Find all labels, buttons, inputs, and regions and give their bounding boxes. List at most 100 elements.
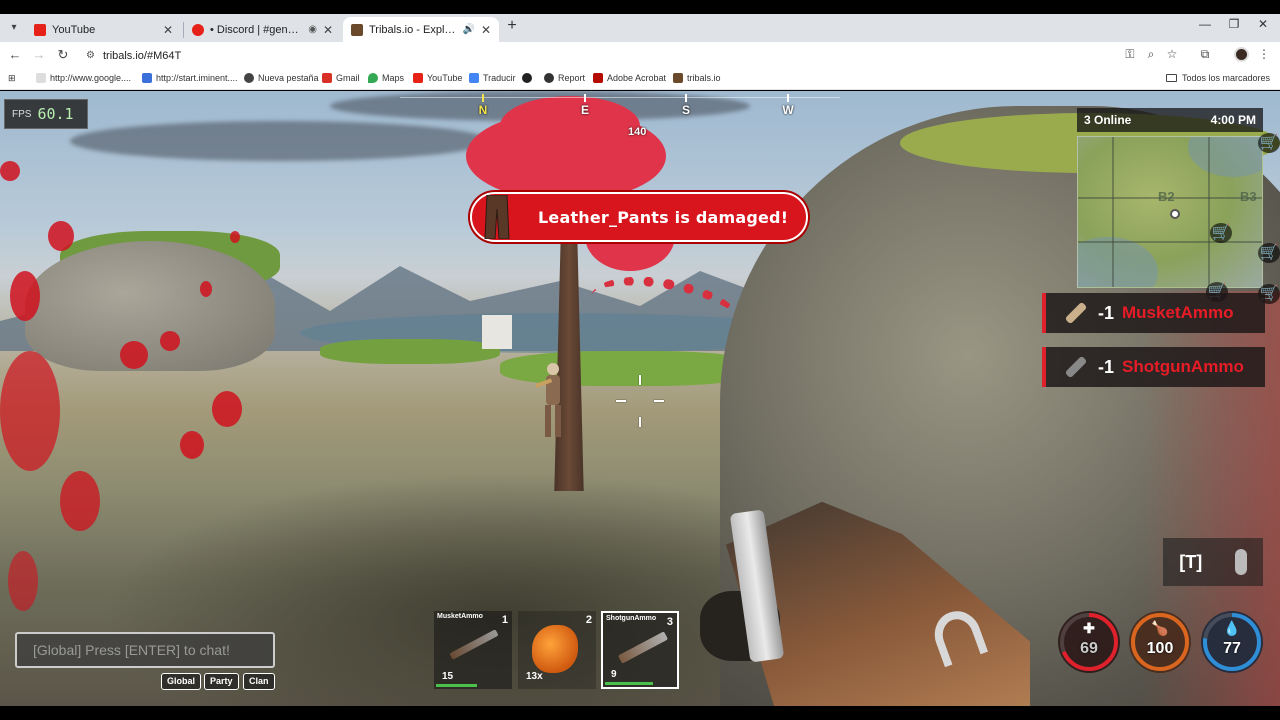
grid-label: B3	[1240, 189, 1257, 204]
fps-counter: FPS 60.1	[4, 99, 88, 129]
loot-name: ShotgunAmmo	[1122, 357, 1244, 376]
audio-playing-icon[interactable]: 🔊	[462, 24, 474, 35]
close-tab-icon[interactable]: ✕	[163, 23, 173, 37]
chat-placeholder: [Global] Press [ENTER] to chat!	[33, 642, 230, 658]
grid-label: B2	[1158, 189, 1175, 204]
compass-east: E	[580, 103, 589, 117]
reload-icon[interactable]: ↻	[54, 47, 72, 63]
loot-qty: -1	[1098, 356, 1115, 377]
online-count: 3 Online	[1084, 113, 1132, 127]
hotbar-slot-1[interactable]: MusketAmmo 1 15	[434, 611, 512, 689]
bookmark-icon-only[interactable]	[522, 73, 536, 83]
storage-box	[482, 315, 512, 349]
shop-cart-icon[interactable]: 🛒	[1258, 243, 1280, 263]
slot-number: 3	[666, 616, 673, 628]
bookmark-iminent[interactable]: http://start.iminent....	[142, 73, 238, 83]
durability-bar	[605, 682, 653, 685]
extensions-icon[interactable]: ⧉	[1197, 47, 1213, 62]
discord-favicon-icon	[192, 23, 204, 36]
microphone-icon	[1234, 549, 1247, 575]
all-bookmarks-button[interactable]: Todos los marcadores	[1165, 73, 1270, 83]
url-text: tribals.io/#M64T	[102, 49, 182, 62]
rock	[25, 241, 275, 371]
bookmark-adobe-acrobat[interactable]: Adobe Acrobat	[593, 73, 666, 83]
player-marker	[1170, 209, 1180, 219]
hotbar-slot-2[interactable]: 2 13x	[518, 611, 596, 689]
slot-number: 1	[501, 614, 508, 626]
shotgun-icon	[617, 631, 669, 664]
compass-north: N	[478, 103, 488, 117]
apps-grid-icon[interactable]: ⊞	[8, 73, 16, 84]
crosshair	[600, 371, 680, 431]
hotbar-slot-3[interactable]: ShotgunAmmo 3 9	[601, 611, 679, 689]
game-time: 4:00 PM	[1210, 113, 1256, 127]
tab-search-chevron-icon[interactable]: ▾	[6, 20, 22, 36]
grass-patch	[320, 339, 500, 364]
durability-bar	[436, 684, 477, 687]
shop-cart-icon[interactable]: 🛒	[1258, 133, 1280, 153]
leather-pants-icon	[472, 192, 522, 242]
youtube-favicon-icon	[34, 23, 46, 36]
tab-strip: ▾ YouTube ✕ • Discord | #general | • • ◉…	[0, 14, 1280, 42]
tab-title: • Discord | #general | • •	[210, 23, 305, 36]
game-viewport[interactable]: FPS 60.1 N E S W 140 Leather_Pants is da…	[0, 91, 1280, 706]
site-info-icon[interactable]: ⚙	[86, 50, 95, 61]
chat-input[interactable]: [Global] Press [ENTER] to chat!	[15, 632, 275, 668]
tab-discord[interactable]: • Discord | #general | • • ◉ ✕	[184, 17, 341, 42]
tribals-favicon-icon	[351, 23, 363, 36]
close-tab-icon[interactable]: ✕	[323, 23, 333, 37]
chat-tab-party[interactable]: Party	[204, 673, 239, 690]
fps-value: 60.1	[37, 105, 74, 123]
restore-button[interactable]: ❐	[1224, 17, 1244, 31]
minimize-button[interactable]: —	[1195, 17, 1215, 31]
enemy-player	[536, 363, 561, 437]
water-drop-icon: 💧	[1223, 620, 1241, 636]
damage-message: Leather_Pants is damaged!	[538, 207, 789, 227]
minimap[interactable]: B2 B3	[1077, 136, 1263, 288]
slot-count: 9	[611, 669, 617, 680]
profile-avatar[interactable]	[1234, 47, 1249, 62]
compass-south: S	[681, 103, 690, 117]
musket-ammo-icon	[1064, 301, 1088, 325]
zoom-icon[interactable]: ⌕	[1143, 47, 1159, 62]
menu-kebab-icon[interactable]: ⋮	[1256, 47, 1272, 61]
bookmark-tribals[interactable]: tribals.io	[673, 73, 721, 83]
bookmark-google[interactable]: http://www.google....	[36, 73, 131, 83]
close-tab-icon[interactable]: ✕	[481, 23, 491, 37]
bookmark-nueva-pestana[interactable]: Nueva pestaña	[244, 73, 319, 83]
slot-item-name: MusketAmmo	[437, 613, 483, 620]
new-tab-button[interactable]: +	[504, 17, 520, 35]
chat-tab-clan[interactable]: Clan	[243, 673, 275, 690]
slot-count: 13x	[526, 671, 543, 682]
bookmark-traducir[interactable]: Traducir	[469, 73, 516, 83]
forward-arrow-icon[interactable]: →	[30, 47, 48, 62]
close-window-button[interactable]: ✕	[1253, 17, 1273, 31]
url-field[interactable]: ⚙ tribals.io/#M64T	[80, 45, 1110, 66]
back-arrow-icon[interactable]: ←	[6, 47, 24, 62]
slot-count: 15	[442, 671, 454, 682]
slot-number: 2	[585, 614, 592, 626]
tab-title: Tribals.io - Explore, start cla	[369, 23, 458, 36]
key-icon[interactable]: ⚿	[1122, 47, 1138, 62]
fps-label: FPS	[12, 108, 32, 120]
compass: N E S W 140	[400, 91, 840, 138]
bookmark-report[interactable]: Report	[544, 73, 585, 83]
tab-youtube[interactable]: YouTube ✕	[26, 17, 181, 42]
damage-notification: Leather_Pants is damaged!	[470, 192, 808, 242]
voice-chat-indicator[interactable]: [T]	[1163, 538, 1263, 586]
drumstick-icon: 🍗	[1151, 620, 1169, 636]
bookmark-gmail[interactable]: Gmail	[322, 73, 360, 83]
bookmark-maps[interactable]: Maps	[368, 73, 404, 83]
tab-tribals[interactable]: Tribals.io - Explore, start cla 🔊 ✕	[343, 17, 499, 42]
compass-heading: 140	[628, 126, 647, 138]
bookmark-star-icon[interactable]: ☆	[1164, 47, 1180, 61]
shop-cart-icon[interactable]: 🛒	[1210, 223, 1232, 243]
loot-name: MusketAmmo	[1122, 303, 1234, 322]
push-to-talk-key: [T]	[1179, 551, 1203, 572]
chat-tab-global[interactable]: Global	[161, 673, 202, 690]
bookmarks-bar: ⊞ http://www.google.... http://start.imi…	[0, 68, 1280, 90]
address-bar-row: ← → ↻ ⚙ tribals.io/#M64T ⚿ ⌕ ☆ ⧉ ⋮	[0, 42, 1280, 68]
server-status-bar: 3 Online 4:00 PM	[1077, 108, 1263, 132]
bookmark-youtube[interactable]: YouTube	[413, 73, 462, 83]
cooked-meat-icon	[532, 625, 578, 673]
